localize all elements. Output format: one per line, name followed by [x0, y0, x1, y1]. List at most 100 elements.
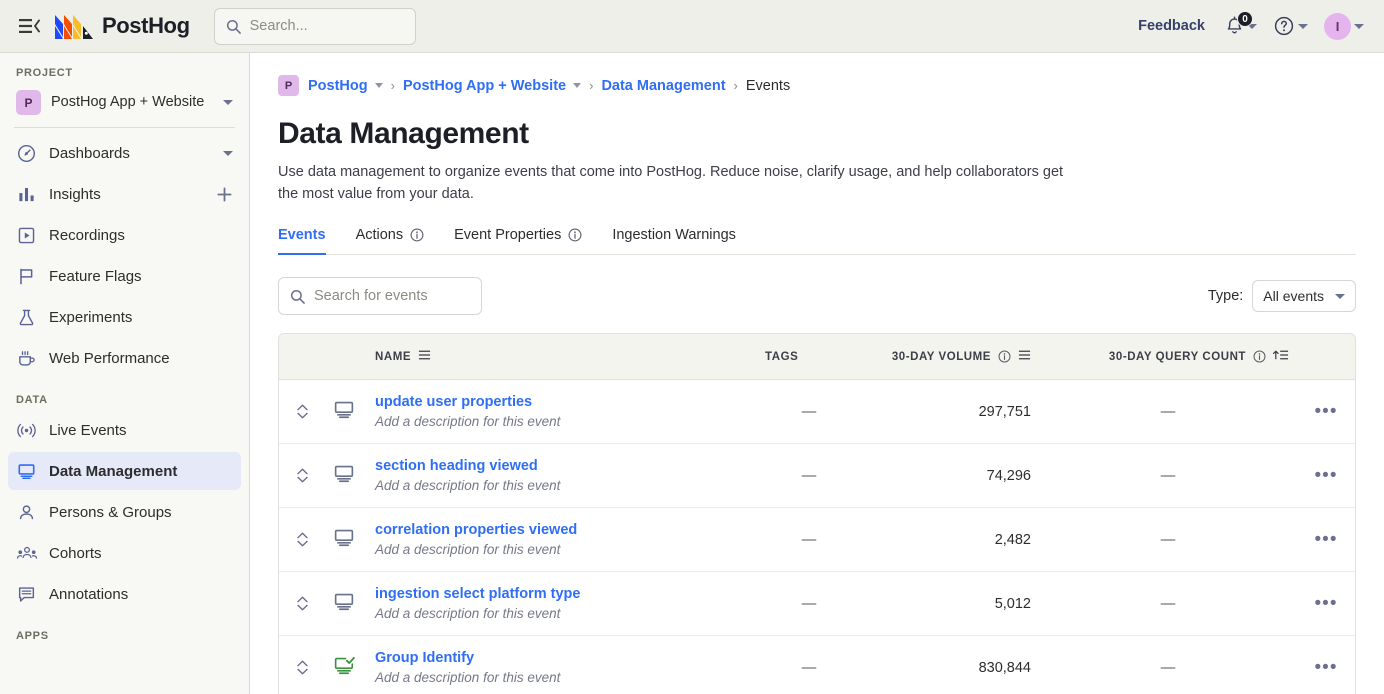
feedback-link[interactable]: Feedback: [1128, 12, 1215, 40]
sidebar-section-apps: APPS: [8, 616, 241, 647]
breadcrumb-item-posthog[interactable]: PostHog: [308, 78, 368, 94]
sidebar-item-experiments[interactable]: Experiments: [8, 298, 241, 336]
row-more-menu-button[interactable]: •••: [1305, 663, 1347, 673]
expand-toggle[interactable]: [287, 468, 317, 483]
logo-wordmark: PostHog: [102, 13, 190, 39]
sort-menu-icon[interactable]: [418, 349, 431, 364]
info-icon[interactable]: [998, 350, 1011, 363]
row-name-cell: Group Identify Add a description for thi…: [367, 636, 757, 694]
row-more-menu-button[interactable]: •••: [1305, 471, 1347, 481]
tab-events[interactable]: Events: [278, 227, 326, 255]
event-description[interactable]: Add a description for this event: [375, 606, 749, 621]
sidebar-item-label: Annotations: [49, 586, 233, 603]
column-name[interactable]: NAME: [367, 334, 757, 380]
sort-menu-icon[interactable]: [1018, 349, 1031, 364]
type-filter-label: Type:: [1208, 288, 1243, 304]
posthog-logo[interactable]: PostHog: [54, 13, 190, 40]
sidebar-item-cohorts[interactable]: Cohorts: [8, 534, 241, 572]
sidebar-item-recordings[interactable]: Recordings: [8, 216, 241, 254]
sidebar-item-web-performance[interactable]: Web Performance: [8, 339, 241, 377]
question-circle-icon: [1273, 15, 1295, 37]
body: PROJECT P PostHog App + Website Dashboar…: [0, 53, 1384, 694]
event-name-link[interactable]: ingestion select platform type: [375, 586, 580, 602]
expand-toggle[interactable]: [287, 404, 317, 419]
row-tags-cell: —: [757, 380, 861, 444]
column-volume-label: 30-DAY VOLUME: [892, 351, 991, 363]
sidebar-item-live-events[interactable]: Live Events: [8, 411, 241, 449]
type-filter-select[interactable]: All events: [1252, 280, 1356, 312]
plus-icon[interactable]: [216, 186, 233, 203]
table-row[interactable]: correlation properties viewed Add a desc…: [279, 508, 1355, 572]
row-query-count-cell: —: [1039, 508, 1297, 572]
expand-toggle[interactable]: [287, 532, 317, 547]
row-tags-cell: —: [757, 572, 861, 636]
sidebar-item-data-management[interactable]: Data Management: [8, 452, 241, 490]
table-row[interactable]: update user properties Add a description…: [279, 380, 1355, 444]
sidebar-item-insights[interactable]: Insights: [8, 175, 241, 213]
event-description[interactable]: Add a description for this event: [375, 478, 749, 493]
top-bar: PostHog Search... Feedback 0: [0, 0, 1384, 53]
row-volume-cell: 2,482: [861, 508, 1039, 572]
row-query-count-cell: —: [1039, 444, 1297, 508]
event-name-link[interactable]: section heading viewed: [375, 458, 538, 474]
row-more-menu-button[interactable]: •••: [1305, 599, 1347, 609]
sidebar-item-label: Feature Flags: [49, 268, 233, 285]
row-actions-cell: •••: [1297, 636, 1355, 694]
breadcrumb-item-data-management[interactable]: Data Management: [601, 78, 725, 94]
chevron-down-icon: [1335, 294, 1345, 299]
project-switcher[interactable]: P PostHog App + Website: [8, 84, 241, 121]
table-row[interactable]: ingestion select platform type Add a des…: [279, 572, 1355, 636]
row-volume-cell: 5,012: [861, 572, 1039, 636]
row-query-count-cell: —: [1039, 380, 1297, 444]
global-search-input[interactable]: Search...: [214, 8, 416, 45]
tags-value: —: [765, 596, 853, 612]
expand-toggle[interactable]: [287, 596, 317, 611]
sidebar-item-dashboards[interactable]: Dashboards: [8, 134, 241, 172]
breadcrumb-project-badge: P: [278, 75, 299, 96]
table-row[interactable]: Group Identify Add a description for thi…: [279, 636, 1355, 694]
tab-actions[interactable]: Actions: [356, 227, 425, 255]
sidebar-item-persons-groups[interactable]: Persons & Groups: [8, 493, 241, 531]
event-description[interactable]: Add a description for this event: [375, 414, 749, 429]
table-row[interactable]: section heading viewed Add a description…: [279, 444, 1355, 508]
tab-bar: Events Actions Event Properties Ingestio…: [278, 227, 1356, 255]
sidebar-collapse-button[interactable]: [12, 11, 46, 41]
query-count-value: —: [1047, 468, 1289, 484]
row-more-menu-button[interactable]: •••: [1305, 535, 1347, 545]
event-name-link[interactable]: correlation properties viewed: [375, 522, 577, 538]
info-icon[interactable]: [1253, 350, 1266, 363]
events-search-input[interactable]: Search for events: [278, 277, 482, 315]
column-query-count-label: 30-DAY QUERY COUNT: [1109, 351, 1246, 363]
chevron-down-icon[interactable]: [375, 83, 383, 88]
row-expand-cell: [279, 572, 325, 636]
row-more-menu-button[interactable]: •••: [1305, 407, 1347, 417]
tags-value: —: [765, 468, 853, 484]
sort-asc-icon[interactable]: [1273, 349, 1289, 364]
column-query-count[interactable]: 30-DAY QUERY COUNT: [1039, 334, 1297, 380]
tab-event-properties[interactable]: Event Properties: [454, 227, 582, 255]
tags-value: —: [765, 404, 853, 420]
row-volume-cell: 297,751: [861, 380, 1039, 444]
sidebar-item-feature-flags[interactable]: Feature Flags: [8, 257, 241, 295]
search-icon: [226, 19, 241, 34]
people-group-icon: [16, 544, 37, 563]
column-volume[interactable]: 30-DAY VOLUME: [861, 334, 1039, 380]
expand-toggle[interactable]: [287, 660, 317, 675]
event-name-link[interactable]: update user properties: [375, 394, 532, 410]
row-actions-cell: •••: [1297, 444, 1355, 508]
user-menu-button[interactable]: I: [1318, 8, 1370, 45]
page-title: Data Management: [278, 117, 1356, 151]
info-icon[interactable]: [410, 228, 424, 242]
breadcrumb-item-project[interactable]: PostHog App + Website: [403, 78, 566, 94]
event-description[interactable]: Add a description for this event: [375, 670, 749, 685]
sidebar-item-annotations[interactable]: Annotations: [8, 575, 241, 613]
chevron-down-icon[interactable]: [573, 83, 581, 88]
event-description[interactable]: Add a description for this event: [375, 542, 749, 557]
chevron-down-icon[interactable]: [223, 151, 233, 156]
column-icon: [325, 334, 367, 380]
event-name-link[interactable]: Group Identify: [375, 650, 474, 666]
tab-ingestion-warnings[interactable]: Ingestion Warnings: [612, 227, 736, 255]
info-icon[interactable]: [568, 228, 582, 242]
help-button[interactable]: [1267, 10, 1314, 42]
notifications-button[interactable]: 0: [1219, 11, 1263, 41]
